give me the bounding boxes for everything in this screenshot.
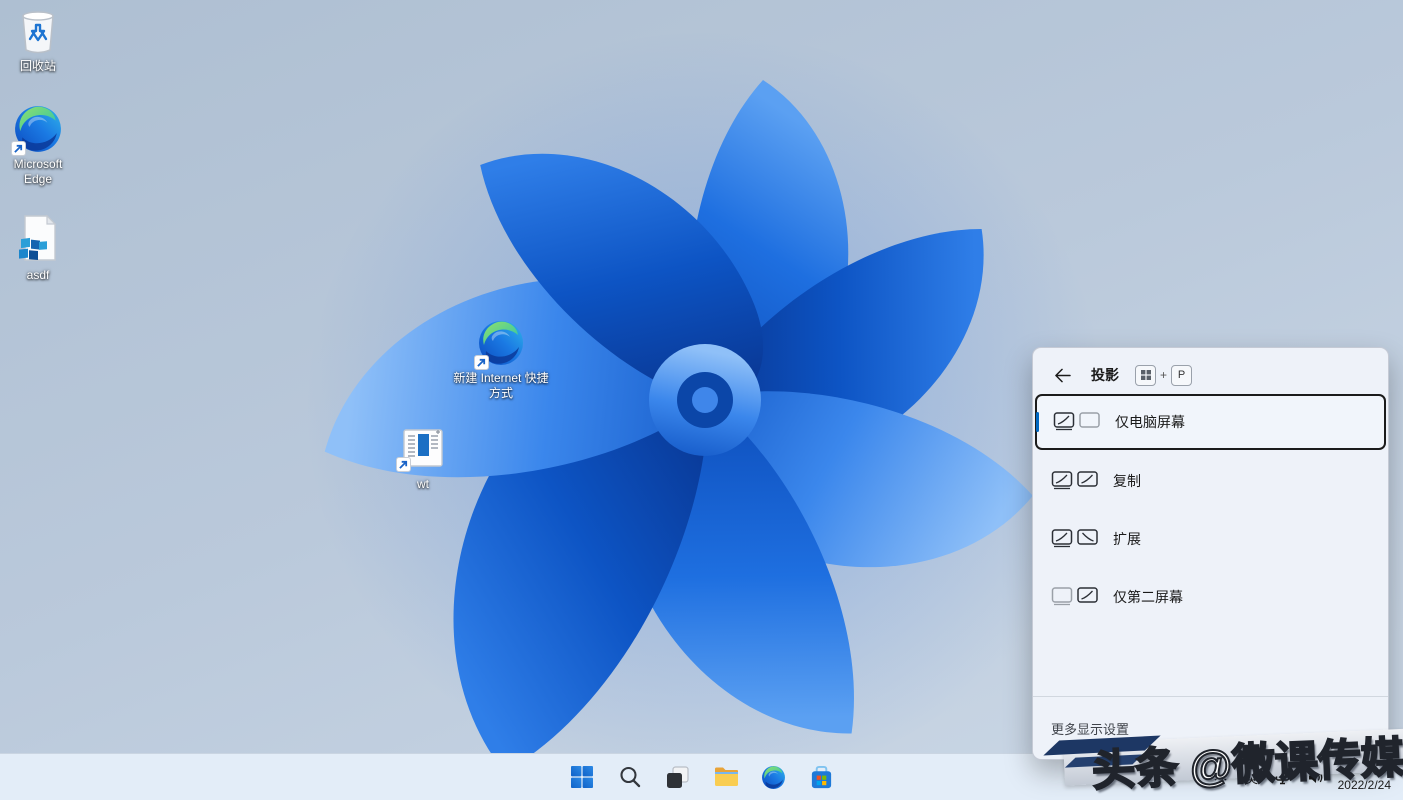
- volume-button[interactable]: [1304, 760, 1327, 794]
- option-label: 扩展: [1113, 531, 1141, 547]
- ime-language-label: 英: [1245, 770, 1259, 786]
- keyboard-shortcut-badge: + P: [1135, 364, 1193, 386]
- microsoft-store-icon: [811, 765, 832, 788]
- taskbar-center-group: [563, 757, 841, 797]
- more-display-settings-link[interactable]: 更多显示设置: [1033, 697, 1388, 759]
- shortcut-arrow-icon: [11, 141, 26, 156]
- shortcut-plus: +: [1160, 368, 1168, 382]
- windows-key-icon: [1135, 364, 1156, 386]
- desktop-icon-label: asdf: [26, 268, 50, 282]
- option-label: 复制: [1113, 473, 1141, 489]
- option-extend[interactable]: 扩展: [1035, 510, 1386, 568]
- back-button[interactable]: [1047, 361, 1077, 389]
- edge-icon: [762, 765, 785, 789]
- pc-screen-only-icon: [1053, 412, 1100, 431]
- option-duplicate[interactable]: 复制: [1035, 452, 1386, 510]
- extend-icon: [1051, 529, 1098, 548]
- file-explorer-button[interactable]: [707, 757, 745, 797]
- panel-title: 投影: [1091, 367, 1119, 383]
- registry-file-icon: [19, 214, 57, 261]
- option-second-screen-only[interactable]: 仅第二屏幕: [1035, 568, 1386, 626]
- shortcut-arrow-icon: [474, 355, 489, 370]
- tray-date: 2022/2/24: [1337, 778, 1391, 792]
- edge-button[interactable]: [755, 757, 793, 797]
- windows-start-icon: [570, 766, 593, 788]
- task-view-button[interactable]: [659, 757, 697, 797]
- desktop-icon-label: wt: [417, 477, 429, 491]
- project-options-list: 仅电脑屏幕 复制 扩展 仅第二屏幕: [1035, 394, 1386, 626]
- desktop-icon-wt[interactable]: wt: [388, 424, 458, 492]
- network-button[interactable]: [1272, 760, 1295, 794]
- project-panel-header: 投影 + P: [1047, 356, 1374, 394]
- desktop-icon-asdf[interactable]: asdf: [3, 214, 73, 283]
- chevron-up-icon: [1214, 773, 1227, 781]
- file-explorer-icon: [714, 767, 738, 786]
- ethernet-network-icon: [1275, 770, 1289, 784]
- selection-accent-bar: [1036, 412, 1039, 432]
- second-screen-only-icon: [1051, 587, 1098, 606]
- option-pc-screen-only[interactable]: 仅电脑屏幕: [1035, 394, 1386, 450]
- desktop-icon-label: Microsoft Edge: [13, 157, 63, 186]
- start-button[interactable]: [563, 757, 601, 797]
- duplicate-icon: [1051, 471, 1098, 490]
- search-icon: [619, 766, 640, 788]
- desktop-icon-internet-shortcut[interactable]: 新建 Internet 快捷方式: [452, 318, 550, 401]
- option-label: 仅第二屏幕: [1113, 589, 1183, 605]
- desktop: 回收站 Microsoft Edge asdf 新建 Internet 快捷方式…: [0, 0, 1403, 800]
- p-key: P: [1171, 364, 1193, 386]
- shortcut-arrow-icon: [396, 457, 411, 472]
- desktop-icon-recycle-bin[interactable]: 回收站: [3, 6, 73, 74]
- project-flyout-panel: 投影 + P 仅电脑屏幕 复制 扩展 仅第二屏幕 更多显示设置: [1032, 347, 1389, 760]
- volume-icon: [1308, 771, 1323, 783]
- search-button[interactable]: [611, 757, 649, 797]
- ime-indicator[interactable]: 英: [1241, 760, 1263, 794]
- task-view-icon: [667, 765, 689, 788]
- desktop-icon-label: 新建 Internet 快捷方式: [453, 371, 549, 400]
- recycle-bin-icon: [22, 11, 54, 54]
- option-label: 仅电脑屏幕: [1115, 414, 1185, 430]
- microsoft-store-button[interactable]: [803, 757, 841, 797]
- desktop-icon-label: 回收站: [19, 59, 56, 73]
- system-tray: 英 2022/2/24: [1210, 754, 1399, 800]
- taskbar: 英 2022/2/24: [0, 753, 1403, 800]
- desktop-icon-edge[interactable]: Microsoft Edge: [2, 104, 74, 187]
- show-hidden-icons-button[interactable]: [1210, 760, 1232, 794]
- back-arrow-icon: [1054, 368, 1071, 382]
- clock[interactable]: 2022/2/24: [1336, 757, 1395, 797]
